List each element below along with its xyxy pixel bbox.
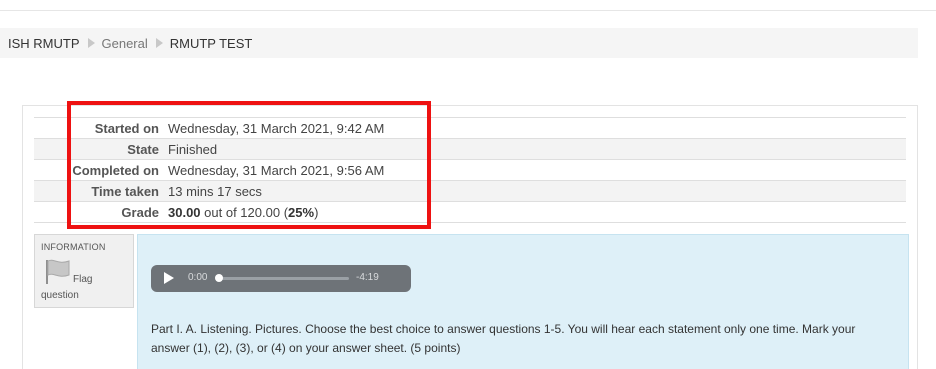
breadcrumb: ISH RMUTP General RMUTP TEST <box>0 28 918 58</box>
question-info-title: INFORMATION <box>41 242 106 252</box>
breadcrumb-separator-icon <box>155 38 163 48</box>
summary-value: Wednesday, 31 March 2021, 9:56 AM <box>168 162 385 178</box>
attempt-summary-table: Started on Wednesday, 31 March 2021, 9:4… <box>34 117 906 223</box>
audio-player: 0:00 -4:19 <box>151 265 411 292</box>
audio-current-time: 0:00 <box>188 272 208 283</box>
summary-value: Wednesday, 31 March 2021, 9:42 AM <box>168 120 385 136</box>
summary-value: 13 mins 17 secs <box>168 183 262 199</box>
summary-label: Started on <box>94 120 159 136</box>
breadcrumb-section[interactable]: General <box>102 36 148 51</box>
breadcrumb-quiz[interactable]: RMUTP TEST <box>170 36 253 51</box>
grade-out-of: out of 120.00 <box>204 204 281 220</box>
breadcrumb-course[interactable]: ISH RMUTP <box>8 36 80 51</box>
flag-question-label-2[interactable]: question <box>41 290 79 301</box>
flag-question-label[interactable]: Flag <box>73 274 92 285</box>
summary-label: Completed on <box>72 162 159 178</box>
summary-label: Grade <box>121 204 159 220</box>
question-text: Part I. A. Listening. Pictures. Choose t… <box>151 322 856 355</box>
summary-label: Time taken <box>91 183 159 199</box>
grade-percent: 25% <box>288 204 315 220</box>
audio-remaining-time: -4:19 <box>356 272 379 283</box>
play-icon[interactable] <box>164 272 174 284</box>
summary-row-time-taken: Time taken 13 mins 17 secs <box>34 180 906 201</box>
summary-row-completed: Completed on Wednesday, 31 March 2021, 9… <box>34 159 906 180</box>
breadcrumb-separator-icon <box>87 38 95 48</box>
audio-progress-track[interactable] <box>216 277 349 280</box>
summary-value: Finished <box>168 141 218 157</box>
summary-row-state: State Finished <box>34 138 906 159</box>
question-info-box: INFORMATION Flag question <box>34 234 134 308</box>
grade-value: 30.00 out of 120.00 (25%) <box>168 204 319 220</box>
top-border <box>0 0 936 11</box>
flag-icon[interactable] <box>43 256 73 286</box>
summary-row-started: Started on Wednesday, 31 March 2021, 9:4… <box>34 117 906 138</box>
summary-row-grade: Grade 30.00 out of 120.00 (25%) <box>34 201 906 223</box>
summary-label: State <box>127 141 159 157</box>
audio-seek-handle[interactable] <box>215 274 223 282</box>
grade-score: 30.00 <box>168 204 201 220</box>
